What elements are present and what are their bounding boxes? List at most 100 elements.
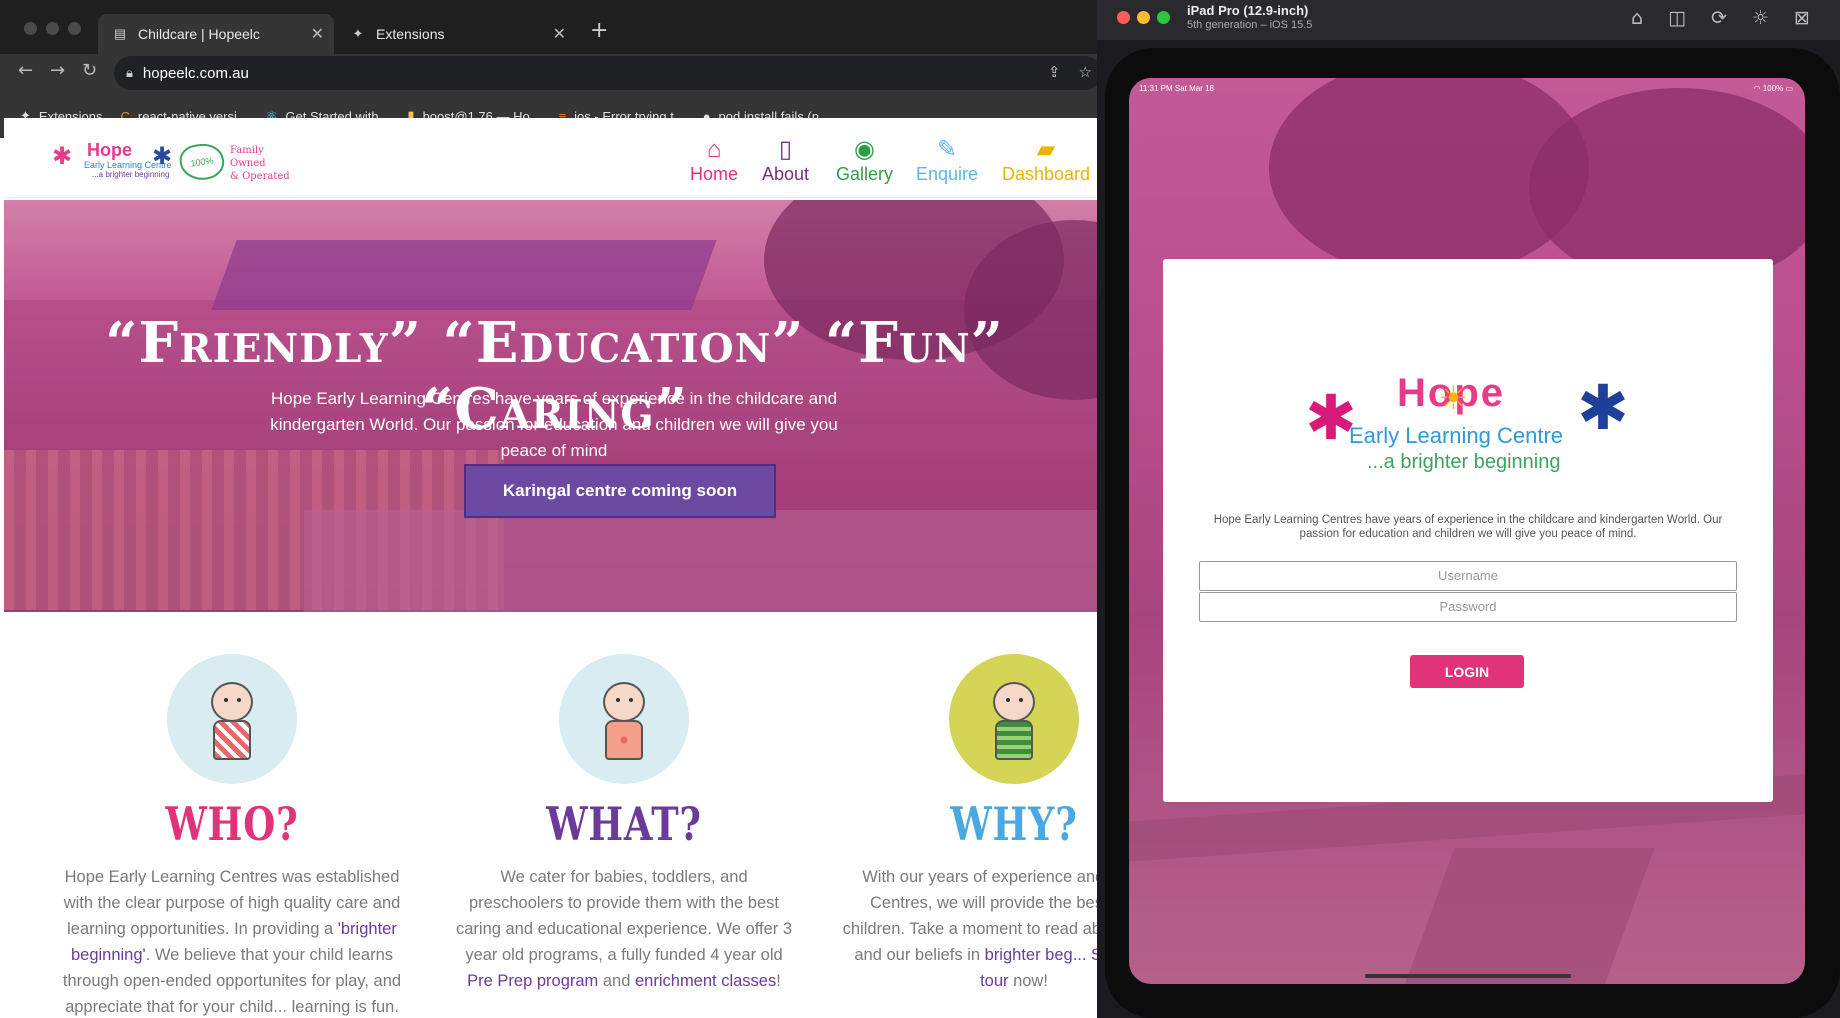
- logo-hope-text: Hope: [87, 140, 132, 160]
- lock-icon: 🔒︎: [126, 65, 133, 81]
- nav-label: About: [762, 164, 810, 184]
- nav-gallery[interactable]: ◉ Gallery: [836, 136, 893, 185]
- username-input[interactable]: Username: [1199, 561, 1737, 591]
- nav-label: Enquire: [916, 164, 979, 184]
- puzzle-icon: ✦: [352, 26, 364, 41]
- avatar-head: [211, 682, 253, 722]
- ipad-screen: 11:31 PM Sat Mar 18 ◠ 100% ▭ ✱ Hope ☀ Ea…: [1129, 78, 1805, 984]
- status-battery: ◠ 100% ▭: [1753, 84, 1793, 93]
- what-text-1: We cater for babies, toddlers, and presc…: [455, 868, 793, 964]
- simulator-subtitle: 5th generation – iOS 15.5: [1187, 19, 1313, 31]
- site-logo[interactable]: ✱ Hope Early Learning Centre ...a bright…: [52, 140, 302, 183]
- what-column: WHAT? We cater for babies, toddlers, and…: [444, 654, 804, 994]
- reload-icon[interactable]: ↻: [82, 60, 97, 81]
- pre-prep-link[interactable]: Pre Prep program: [467, 972, 598, 990]
- simulator-window: iPad Pro (12.9-inch) 5th generation – iO…: [1097, 0, 1840, 1018]
- login-card: ✱ Hope ☀ Early Learning Centre ...a brig…: [1163, 259, 1773, 802]
- avatar-body: [995, 720, 1033, 760]
- sim-close-dot[interactable]: [1117, 11, 1130, 24]
- close-tab-icon[interactable]: ✕: [311, 24, 324, 44]
- status-time: 11:31 PM Sat Mar 18: [1139, 84, 1214, 93]
- simulator-title: iPad Pro (12.9-inch): [1187, 3, 1309, 18]
- family-owned-text: Family Owned & Operated: [230, 144, 302, 183]
- who-text: Hope Early Learning Centres was establis…: [52, 864, 412, 1018]
- who-heading: WHO?: [165, 797, 299, 851]
- why-text-2: and our beliefs in: [854, 946, 985, 964]
- app-description: Hope Early Learning Centres have years o…: [1213, 514, 1723, 540]
- bookmark-star-icon[interactable]: ☆: [1079, 63, 1092, 81]
- close-tab-icon[interactable]: ✕: [553, 24, 566, 44]
- boy-figure-icon: ✱: [152, 143, 173, 170]
- bg-slide: [1403, 848, 1655, 984]
- sun-icon: ☀: [1439, 380, 1468, 416]
- tab-extensions[interactable]: ✦ Extensions ✕: [336, 14, 576, 54]
- hero-subtitle: Hope Early Learning Centres have years o…: [270, 389, 838, 460]
- avatar-eye: [224, 698, 228, 702]
- address-bar[interactable]: 🔒︎ hopeelc.com.au ⇪ ☆: [114, 56, 1102, 90]
- nav-dashboard[interactable]: ▰ Dashboard: [1002, 136, 1090, 185]
- family-owned-badge: 100%: [177, 141, 227, 183]
- enrichment-link[interactable]: enrichment classes: [635, 972, 776, 990]
- why-text-1: With our years of experience and fully a…: [842, 868, 1105, 938]
- nav-label: Home: [690, 164, 739, 184]
- new-tab-button[interactable]: +: [590, 20, 608, 42]
- pencil-icon: ✎: [936, 136, 958, 163]
- nav-about[interactable]: ▯ About: [762, 136, 809, 185]
- karingal-button[interactable]: Karingal centre coming soon: [464, 464, 776, 518]
- window-zoom-dot[interactable]: [68, 22, 81, 35]
- rotate-icon[interactable]: ⟳: [1711, 7, 1727, 29]
- appearance-icon[interactable]: ☼: [1752, 7, 1769, 29]
- avatar-head: [993, 682, 1035, 722]
- toddler-avatar: [559, 654, 689, 784]
- avatar-eye: [1019, 698, 1023, 702]
- sim-zoom-dot[interactable]: [1157, 11, 1170, 24]
- forward-arrow-icon[interactable]: →: [50, 60, 65, 81]
- share-icon[interactable]: ⇪: [1048, 63, 1061, 81]
- url-text: hopeelc.com.au: [142, 64, 249, 82]
- who-column: WHO? Hope Early Learning Centres was est…: [52, 654, 412, 1018]
- tab-label: Childcare | Hopeelc: [138, 26, 260, 42]
- app-logo: ✱ Hope ☀ Early Learning Centre ...a brig…: [1305, 371, 1635, 481]
- nav-enquire[interactable]: ✎ Enquire: [916, 136, 978, 185]
- window-close-dot[interactable]: [24, 22, 37, 35]
- hero-ground: [304, 510, 1104, 612]
- logo-tagline: ...a brighter beginning: [92, 170, 170, 179]
- what-text-2: and: [598, 972, 635, 990]
- nav-label: Dashboard: [1002, 164, 1091, 184]
- eye-icon: ◉: [854, 136, 875, 163]
- family-line-1: Family Owned: [230, 145, 266, 169]
- simulator-toolbar: ⌂ ◫ ⟳ ☼ ⊠: [1631, 7, 1810, 29]
- app-logo-tagline: ...a brighter beginning: [1367, 451, 1561, 473]
- home-indicator[interactable]: [1365, 974, 1571, 978]
- hero-shade-sail: [211, 240, 717, 310]
- avatar-eye: [1006, 698, 1010, 702]
- sim-minimize-dot[interactable]: [1137, 11, 1150, 24]
- avatar-eye: [629, 698, 633, 702]
- tab-childcare[interactable]: ▤ Childcare | Hopeelc ✕: [98, 14, 334, 54]
- nav-home[interactable]: ⌂ Home: [690, 136, 738, 185]
- what-text: We cater for babies, toddlers, and presc…: [444, 864, 804, 994]
- tab-label: Extensions: [376, 26, 445, 42]
- close-window-icon[interactable]: ⊠: [1794, 7, 1810, 29]
- app-logo-elc: Early Learning Centre: [1349, 423, 1564, 448]
- back-arrow-icon[interactable]: ←: [18, 60, 33, 81]
- home-icon: ⌂: [706, 136, 722, 163]
- document-icon: ▯: [778, 136, 793, 163]
- what-heading: WHAT?: [546, 797, 702, 851]
- brighter-beginning-link[interactable]: brighter beg...: [985, 946, 1087, 964]
- why-column: WHY? With our years of experience and fu…: [834, 654, 1105, 994]
- website-viewport: ✱ Hope Early Learning Centre ...a bright…: [4, 118, 1105, 1018]
- hero-banner: “Friendly” “Education” “Fun” “Caring” Ho…: [4, 200, 1104, 612]
- screenshot-icon[interactable]: ◫: [1668, 7, 1686, 29]
- avatar-eye: [616, 698, 620, 702]
- book-icon: ▰: [1036, 136, 1056, 163]
- avatar-eye: [237, 698, 241, 702]
- boy-figure-icon: ✱: [1577, 374, 1629, 443]
- login-button[interactable]: LOGIN: [1410, 655, 1524, 688]
- nav-label: Gallery: [836, 164, 894, 184]
- window-minimize-dot[interactable]: [46, 22, 59, 35]
- tab-bar: ▤ Childcare | Hopeelc ✕ ✦ Extensions ✕ +: [0, 0, 1104, 54]
- home-icon[interactable]: ⌂: [1631, 7, 1643, 29]
- girl-avatar: [167, 654, 297, 784]
- password-input[interactable]: Password: [1199, 592, 1737, 622]
